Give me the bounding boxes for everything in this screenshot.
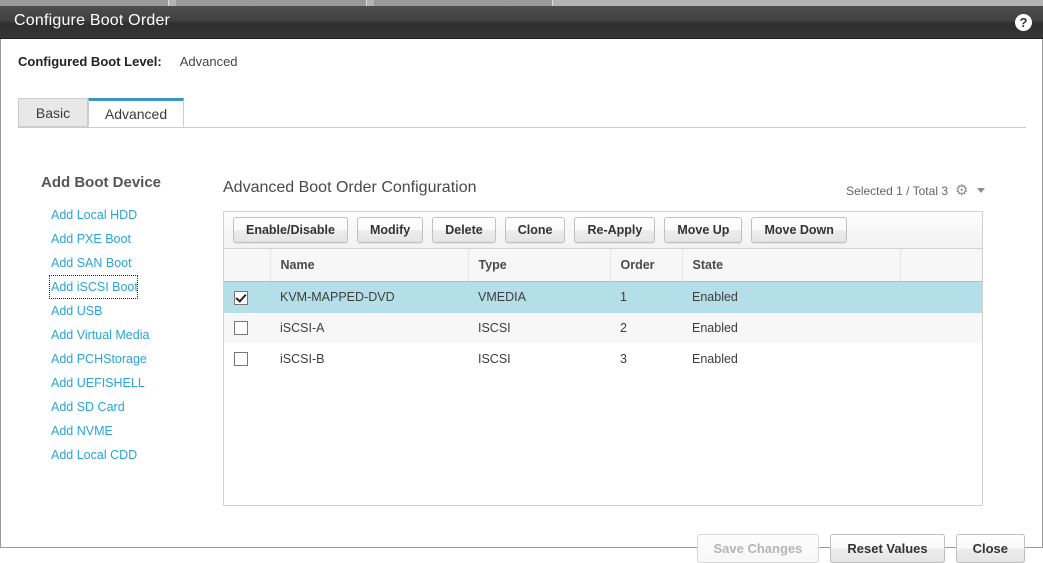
dialog-titlebar: Configure Boot Order ? <box>0 6 1043 39</box>
dialog-body: Configured Boot Level: Advanced Basic Adv… <box>0 39 1043 563</box>
cell-name: iSCSI-A <box>270 312 468 344</box>
save-changes-button[interactable]: Save Changes <box>696 534 820 563</box>
cell-order: 3 <box>610 343 682 375</box>
sidebar-item-add-pchstorage[interactable]: Add PCHStorage <box>1 347 211 371</box>
configured-boot-level-value: Advanced <box>179 54 238 69</box>
configure-boot-order-dialog: Configure Boot Order ? Configured Boot L… <box>0 6 1043 563</box>
tab-bar: Basic Advanced <box>18 98 1026 128</box>
cell-type: ISCSI <box>468 343 610 375</box>
cell-name: iSCSI-B <box>270 343 468 375</box>
gear-icon[interactable]: ⚙ <box>955 183 970 198</box>
column-header-spacer <box>900 249 982 282</box>
help-icon[interactable]: ? <box>1015 14 1032 31</box>
close-button[interactable]: Close <box>955 534 1025 563</box>
main-header: Advanced Boot Order Configuration Select… <box>223 179 985 198</box>
cell-type: VMEDIA <box>468 281 610 313</box>
sidebar-heading: Add Boot Device <box>41 174 162 191</box>
column-header-name[interactable]: Name <box>270 249 469 282</box>
column-header-type[interactable]: Type <box>468 249 611 282</box>
reset-values-button[interactable]: Reset Values <box>830 534 945 563</box>
table-row[interactable]: iSCSI-B ISCSI 3 Enabled <box>224 343 982 375</box>
row-checkbox[interactable] <box>234 290 248 305</box>
sidebar-item-add-pxe-boot[interactable]: Add PXE Boot <box>1 227 211 251</box>
row-checkbox[interactable] <box>234 352 248 367</box>
re-apply-button[interactable]: Re-Apply <box>574 217 656 243</box>
cell-spacer <box>900 343 982 375</box>
column-header-order[interactable]: Order <box>610 249 683 282</box>
row-checkbox-cell[interactable] <box>224 343 270 375</box>
configured-boot-level: Configured Boot Level: Advanced <box>18 54 238 69</box>
sidebar-item-add-local-hdd[interactable]: Add Local HDD <box>1 203 211 227</box>
table-header-row: Name Type Order State <box>224 249 982 282</box>
cell-order: 1 <box>610 281 682 313</box>
cell-state: Enabled <box>682 343 900 375</box>
cell-state: Enabled <box>682 281 900 313</box>
table-row[interactable]: iSCSI-A ISCSI 2 Enabled <box>224 312 982 344</box>
selection-count-text: Selected 1 / Total 3 <box>846 183 948 198</box>
delete-button[interactable]: Delete <box>432 217 496 243</box>
table-row[interactable]: KVM-MAPPED-DVD VMEDIA 1 Enabled <box>224 281 982 313</box>
move-up-button[interactable]: Move Up <box>664 217 743 243</box>
modify-button[interactable]: Modify <box>356 217 424 243</box>
row-checkbox-cell[interactable] <box>224 281 270 313</box>
row-checkbox[interactable] <box>234 321 248 336</box>
configured-boot-level-label: Configured Boot Level: <box>18 54 162 69</box>
cell-spacer <box>900 281 982 313</box>
tab-basic[interactable]: Basic <box>18 98 88 127</box>
sidebar-item-add-local-cdd[interactable]: Add Local CDD <box>1 443 211 467</box>
cell-name: KVM-MAPPED-DVD <box>270 281 468 313</box>
sidebar-item-add-sd-card[interactable]: Add SD Card <box>1 395 211 419</box>
cell-state: Enabled <box>682 312 900 344</box>
table-toolbar: Enable/Disable Modify Delete Clone Re-Ap… <box>224 212 982 249</box>
sidebar-item-add-san-boot[interactable]: Add SAN Boot <box>1 251 211 275</box>
cell-order: 2 <box>610 312 682 344</box>
boot-order-table: Name Type Order State KVM-MAPPED-DVD VME… <box>224 249 982 375</box>
cell-type: ISCSI <box>468 312 610 344</box>
cell-spacer <box>900 312 982 344</box>
column-header-checkbox <box>224 249 271 282</box>
sidebar-item-add-virtual-media[interactable]: Add Virtual Media <box>1 323 211 347</box>
column-header-state[interactable]: State <box>682 249 901 282</box>
chevron-down-icon[interactable] <box>977 188 985 193</box>
dialog-title: Configure Boot Order <box>14 12 171 29</box>
sidebar-item-add-uefishell[interactable]: Add UEFISHELL <box>1 371 211 395</box>
row-checkbox-cell[interactable] <box>224 312 270 344</box>
selection-summary: Selected 1 / Total 3 ⚙ <box>846 183 985 198</box>
clone-button[interactable]: Clone <box>504 217 566 243</box>
add-boot-device-sidebar: Add Boot Device Add Local HDD Add PXE Bo… <box>1 174 211 467</box>
sidebar-item-add-usb[interactable]: Add USB <box>1 299 211 323</box>
sidebar-item-add-nvme[interactable]: Add NVME <box>1 419 211 443</box>
tab-advanced[interactable]: Advanced <box>88 98 184 127</box>
enable-disable-button[interactable]: Enable/Disable <box>233 217 348 243</box>
move-down-button[interactable]: Move Down <box>751 217 847 243</box>
boot-order-panel: Enable/Disable Modify Delete Clone Re-Ap… <box>223 211 983 506</box>
dialog-footer: Save Changes Reset Values Close <box>696 534 1025 563</box>
sidebar-item-add-iscsi-boot[interactable]: Add iSCSI Boot <box>49 275 138 299</box>
